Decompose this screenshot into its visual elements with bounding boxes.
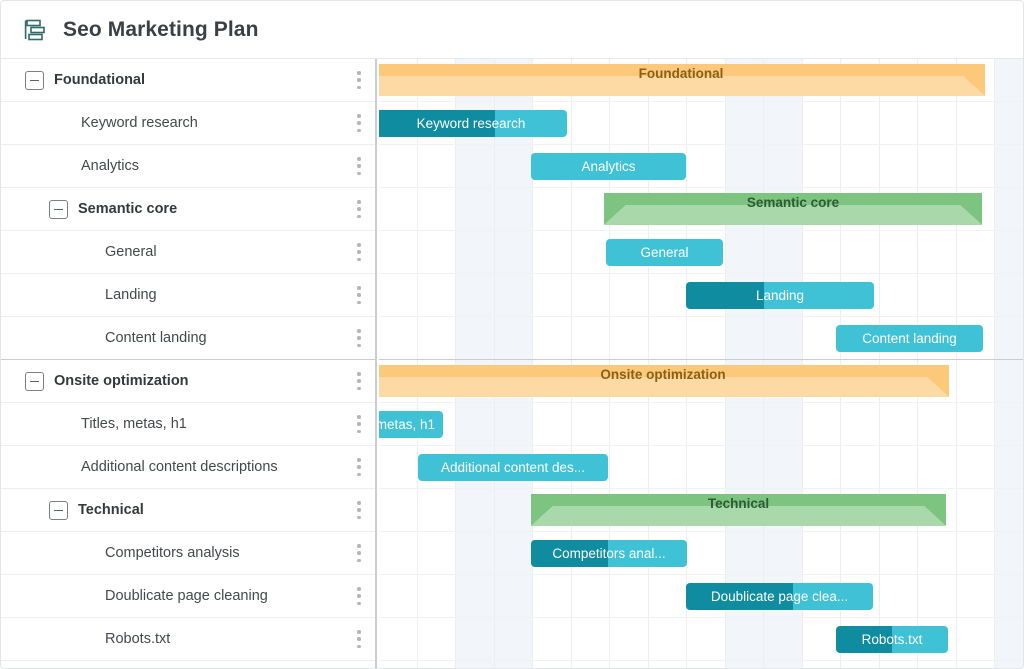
gantt-summary-bar-semantic-core[interactable]: Semantic core	[604, 193, 982, 225]
gantt-bar-label: metas, h1	[379, 417, 443, 432]
row-menu-icon[interactable]	[357, 458, 361, 476]
task-name: General	[105, 244, 157, 260]
app-header: Seo Marketing Plan	[1, 1, 1024, 59]
timeline-row-separator	[379, 488, 1024, 489]
table-row[interactable]: Foundational	[1, 59, 375, 102]
gantt-task-bar-content-landing[interactable]: Content landing	[836, 325, 983, 352]
gantt-bar-label: Foundational	[379, 66, 985, 81]
task-name: Onsite optimization	[54, 373, 189, 389]
table-row[interactable]: Analytics	[1, 145, 375, 188]
gantt-bar-label: Content landing	[854, 331, 965, 346]
page-title: Seo Marketing Plan	[63, 18, 259, 42]
table-row[interactable]: General	[1, 231, 375, 274]
timeline-row-separator	[379, 660, 1024, 661]
gantt-bar-label: Onsite optimization	[379, 367, 949, 382]
gantt-task-bar-analytics[interactable]: Analytics	[531, 153, 686, 180]
timeline-row-separator	[379, 230, 1024, 231]
task-name: Keyword research	[81, 115, 198, 131]
task-name: Foundational	[54, 72, 145, 88]
gantt-task-bar-doublicate-page-cleaning[interactable]: Doublicate page clea...	[686, 583, 873, 610]
row-menu-icon[interactable]	[357, 243, 361, 261]
gantt-bar-label: Robots.txt	[854, 632, 931, 647]
gantt-bar-label: Competitors anal...	[544, 546, 673, 561]
row-menu-icon[interactable]	[357, 157, 361, 175]
gantt-bar-label: Technical	[531, 496, 946, 511]
timeline-row-separator	[379, 445, 1024, 446]
row-menu-icon[interactable]	[357, 329, 361, 347]
task-name: Content landing	[105, 330, 207, 346]
gantt-bar-label: General	[632, 245, 696, 260]
table-row[interactable]: Keyword research	[1, 102, 375, 145]
gantt-bar-label: Additional content des...	[433, 460, 593, 475]
task-name: Semantic core	[78, 201, 177, 217]
row-menu-icon[interactable]	[357, 415, 361, 433]
task-name: Robots.txt	[105, 631, 170, 647]
row-menu-icon[interactable]	[357, 114, 361, 132]
timeline-row-separator	[379, 273, 1024, 274]
table-row[interactable]: Content landing	[1, 317, 375, 360]
timeline-row-separator	[379, 316, 1024, 317]
task-name: Analytics	[81, 158, 139, 174]
gantt-body: Foundational Keyword research Analytics …	[1, 59, 1024, 669]
timeline-row-separator	[379, 101, 1024, 102]
gantt-bar-label: Keyword research	[409, 116, 534, 131]
row-menu-icon[interactable]	[357, 286, 361, 304]
timeline-row-separator	[379, 359, 1024, 360]
collapse-toggle-icon[interactable]	[49, 200, 68, 219]
row-menu-icon[interactable]	[357, 200, 361, 218]
timeline-row-separator	[379, 402, 1024, 403]
gantt-timeline-panel[interactable]: Foundational Keyword research Analytics …	[379, 59, 1024, 669]
table-row[interactable]: Onsite optimization	[1, 360, 375, 403]
gantt-task-bar-titles-metas-h1[interactable]: metas, h1	[379, 411, 443, 438]
task-name: Landing	[105, 287, 157, 303]
table-row[interactable]: Titles, metas, h1	[1, 403, 375, 446]
gantt-summary-bar-onsite-optimization[interactable]: Onsite optimization	[379, 365, 949, 397]
row-menu-icon[interactable]	[357, 71, 361, 89]
gantt-chart-app: Seo Marketing Plan Foundational Keyword …	[0, 0, 1024, 669]
gantt-bar-label: Semantic core	[604, 195, 982, 210]
gantt-task-bar-competitors-analysis[interactable]: Competitors anal...	[531, 540, 687, 567]
gantt-task-bar-landing[interactable]: Landing	[686, 282, 874, 309]
table-row[interactable]: Technical	[1, 489, 375, 532]
gantt-task-bar-keyword-research[interactable]: Keyword research	[379, 110, 567, 137]
gantt-chart-icon	[23, 17, 49, 43]
table-row[interactable]: Robots.txt	[1, 618, 375, 661]
task-name: Competitors analysis	[105, 545, 240, 561]
row-menu-icon[interactable]	[357, 372, 361, 390]
gantt-task-bar-general[interactable]: General	[606, 239, 723, 266]
gantt-summary-bar-technical[interactable]: Technical	[531, 494, 946, 526]
task-name: Technical	[78, 502, 144, 518]
table-row[interactable]: Doublicate page cleaning	[1, 575, 375, 618]
task-name: Titles, metas, h1	[81, 416, 187, 432]
timeline-row-separator	[379, 531, 1024, 532]
timeline-row-separator	[379, 187, 1024, 188]
gantt-bar-label: Analytics	[573, 159, 643, 174]
timeline-row-lines	[379, 59, 1024, 669]
task-name: Doublicate page cleaning	[105, 588, 268, 604]
row-menu-icon[interactable]	[357, 630, 361, 648]
table-row[interactable]: Competitors analysis	[1, 532, 375, 575]
row-menu-icon[interactable]	[357, 501, 361, 519]
gantt-task-bar-additional-content-descriptions[interactable]: Additional content des...	[418, 454, 608, 481]
gantt-bar-label: Doublicate page clea...	[703, 589, 856, 604]
collapse-toggle-icon[interactable]	[25, 372, 44, 391]
gantt-task-bar-robots-txt[interactable]: Robots.txt	[836, 626, 948, 653]
collapse-toggle-icon[interactable]	[49, 501, 68, 520]
row-menu-icon[interactable]	[357, 544, 361, 562]
table-row[interactable]: Additional content descriptions	[1, 446, 375, 489]
task-list-panel: Foundational Keyword research Analytics …	[1, 59, 377, 669]
timeline-row-separator	[379, 574, 1024, 575]
gantt-summary-bar-foundational[interactable]: Foundational	[379, 64, 985, 96]
collapse-toggle-icon[interactable]	[25, 71, 44, 90]
table-row[interactable]: Semantic core	[1, 188, 375, 231]
timeline-row-separator	[379, 144, 1024, 145]
gantt-bar-label: Landing	[748, 288, 812, 303]
row-menu-icon[interactable]	[357, 587, 361, 605]
table-row[interactable]: Landing	[1, 274, 375, 317]
task-name: Additional content descriptions	[81, 459, 278, 475]
timeline-row-separator	[379, 617, 1024, 618]
